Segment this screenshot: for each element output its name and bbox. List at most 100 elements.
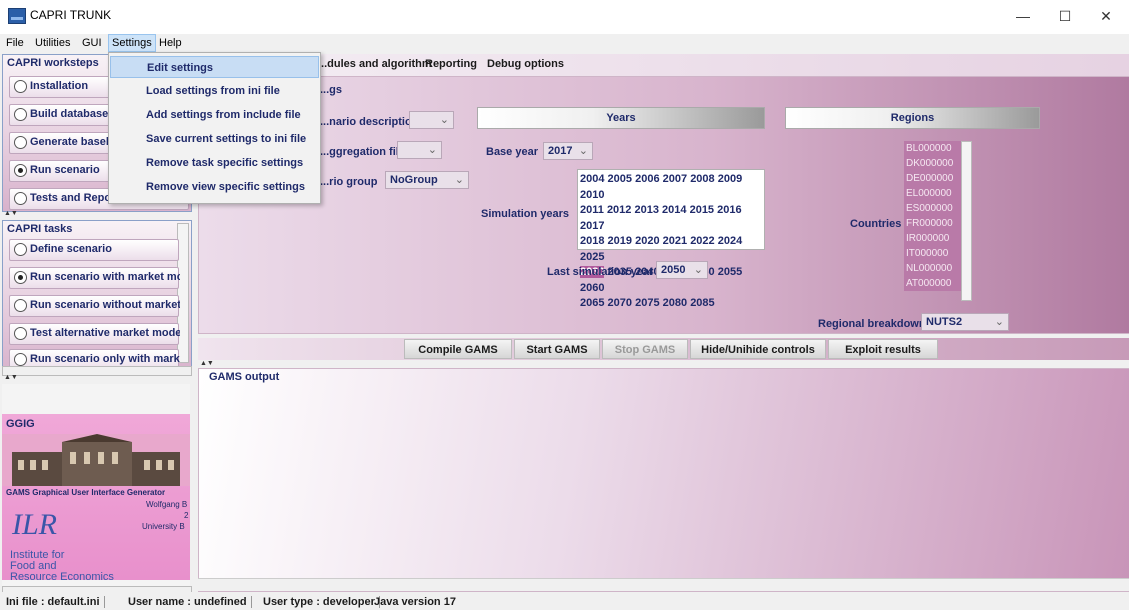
maximize-button[interactable]: ☐ bbox=[1042, 0, 1088, 32]
year-item[interactable]: 2015 bbox=[690, 204, 714, 216]
year-item[interactable]: 2060 bbox=[580, 282, 604, 294]
radio-button[interactable] bbox=[14, 353, 27, 366]
year-item[interactable]: 2016 bbox=[717, 204, 741, 216]
year-item[interactable]: 2006 bbox=[635, 173, 659, 185]
workstep-label: Installation bbox=[30, 80, 89, 92]
countries-scrollbar[interactable] bbox=[961, 141, 972, 301]
regional-breakdown-combo[interactable]: NUTS2 ⌄ bbox=[921, 313, 1009, 331]
radio-button[interactable] bbox=[14, 108, 27, 121]
stop-gams-button[interactable]: Stop GAMS bbox=[602, 339, 688, 359]
year-item[interactable]: 2018 bbox=[580, 235, 604, 247]
start-gams-button[interactable]: Start GAMS bbox=[514, 339, 600, 359]
compile-gams-button[interactable]: Compile GAMS bbox=[404, 339, 512, 359]
menu-item-remove-view-settings[interactable]: Remove view specific settings bbox=[110, 176, 319, 198]
splitter-arrows-icon[interactable]: ▲▼ bbox=[4, 210, 18, 217]
menu-item-save-settings[interactable]: Save current settings to ini file bbox=[110, 128, 319, 150]
menu-settings[interactable]: Settings bbox=[108, 34, 156, 52]
splitter-arrows-icon[interactable]: ▲▼ bbox=[4, 374, 18, 381]
radio-button-selected[interactable] bbox=[14, 164, 27, 177]
country-item[interactable]: DK000000 bbox=[904, 156, 962, 171]
year-item[interactable]: 2025 bbox=[580, 251, 604, 263]
menu-file[interactable]: File bbox=[3, 35, 27, 51]
year-item[interactable]: 2012 bbox=[607, 204, 631, 216]
year-item[interactable]: 2021 bbox=[663, 235, 687, 247]
country-item[interactable]: DE000000 bbox=[904, 171, 962, 186]
radio-button[interactable] bbox=[14, 80, 27, 93]
country-item[interactable]: IR000000 bbox=[904, 231, 962, 246]
simulation-years-list[interactable]: 2004 2005 2006 2007 2008 2009 2010 2011 … bbox=[577, 169, 765, 309]
tab-debug-options[interactable]: Debug options bbox=[487, 58, 564, 70]
menu-item-remove-task-settings[interactable]: Remove task specific settings bbox=[110, 152, 319, 174]
task-run-without-market[interactable]: Run scenario without market model bbox=[9, 295, 180, 317]
year-item[interactable]: 2085 bbox=[690, 297, 714, 309]
radio-button[interactable] bbox=[14, 243, 27, 256]
aggregation-file-combo[interactable]: ⌄ bbox=[397, 141, 442, 159]
year-item[interactable]: 2019 bbox=[608, 235, 632, 247]
year-item[interactable]: 2024 bbox=[718, 235, 742, 247]
country-item[interactable]: EL000000 bbox=[904, 186, 962, 201]
year-item[interactable]: 2080 bbox=[663, 297, 687, 309]
status-ini-file: Ini file : default.ini bbox=[6, 596, 105, 608]
menu-help[interactable]: Help bbox=[156, 35, 185, 51]
year-item[interactable]: 2055 bbox=[718, 266, 742, 278]
scenario-description-combo[interactable]: ⌄ bbox=[409, 111, 454, 129]
gams-output-title: GAMS output bbox=[209, 371, 280, 383]
ggig-author: Wolfgang B bbox=[146, 500, 188, 509]
worksteps-title: CAPRI worksteps bbox=[7, 57, 99, 69]
year-item[interactable]: 2014 bbox=[662, 204, 686, 216]
task-define-scenario[interactable]: Define scenario bbox=[9, 239, 179, 261]
year-item[interactable]: 2010 bbox=[580, 189, 604, 201]
menu-item-edit-settings[interactable]: Edit settings bbox=[110, 56, 319, 78]
last-simulation-year-combo[interactable]: 2050 ⌄ bbox=[656, 261, 708, 279]
radio-button[interactable] bbox=[14, 192, 27, 205]
exploit-results-button[interactable]: Exploit results bbox=[828, 339, 938, 359]
year-item[interactable]: 2008 bbox=[690, 173, 714, 185]
radio-button[interactable] bbox=[14, 299, 27, 312]
splitter-arrows-icon[interactable]: ▲▼ bbox=[200, 360, 214, 367]
workstep-label: Build database bbox=[30, 108, 109, 120]
chevron-down-icon: ⌄ bbox=[439, 114, 449, 126]
tasks-hscroll[interactable] bbox=[2, 366, 192, 376]
year-item[interactable]: 2022 bbox=[690, 235, 714, 247]
year-item[interactable]: 2005 bbox=[608, 173, 632, 185]
year-item[interactable]: 2017 bbox=[580, 220, 604, 232]
chevron-down-icon: ⌄ bbox=[454, 174, 464, 186]
country-item[interactable]: ES000000 bbox=[904, 201, 962, 216]
year-item[interactable]: 2013 bbox=[634, 204, 658, 216]
year-item[interactable]: 2070 bbox=[608, 297, 632, 309]
output-hscroll[interactable] bbox=[198, 578, 1129, 591]
menu-gui[interactable]: GUI bbox=[79, 35, 105, 51]
settings-dropdown-menu: Edit settings Load settings from ini fil… bbox=[108, 52, 321, 204]
task-test-alternative[interactable]: Test alternative market model bbox=[9, 323, 180, 345]
hide-unhide-controls-button[interactable]: Hide/Unihide controls bbox=[690, 339, 826, 359]
tab-reporting[interactable]: Reporting bbox=[425, 58, 477, 70]
country-item[interactable]: NL000000 bbox=[904, 261, 962, 276]
menu-item-add-settings[interactable]: Add settings from include file bbox=[110, 104, 319, 126]
radio-button-selected[interactable] bbox=[14, 271, 27, 284]
year-item[interactable]: 2075 bbox=[635, 297, 659, 309]
country-item[interactable]: BL000000 bbox=[904, 141, 962, 156]
scenario-group-combo[interactable]: NoGroup ⌄ bbox=[385, 171, 469, 189]
radio-button[interactable] bbox=[14, 327, 27, 340]
task-run-with-market[interactable]: Run scenario with market model bbox=[9, 267, 180, 289]
settings-group-title: ...gs bbox=[320, 84, 343, 96]
status-user-name: User name : undefined bbox=[128, 596, 252, 608]
menu-item-load-settings[interactable]: Load settings from ini file bbox=[110, 80, 319, 102]
minimize-button[interactable]: — bbox=[1000, 0, 1046, 32]
year-item[interactable]: 2007 bbox=[663, 173, 687, 185]
year-item[interactable]: 2065 bbox=[580, 297, 604, 309]
year-item[interactable]: 2004 bbox=[580, 173, 604, 185]
year-item[interactable]: 2020 bbox=[635, 235, 659, 247]
aggregation-file-label: ...ggregation file bbox=[320, 146, 405, 158]
year-item[interactable]: 2009 bbox=[718, 173, 742, 185]
year-item[interactable]: 2011 bbox=[580, 204, 604, 216]
country-item[interactable]: FR000000 bbox=[904, 216, 962, 231]
menu-utilities[interactable]: Utilities bbox=[32, 35, 73, 51]
tab-modules-algorithm[interactable]: ...dules and algorithm bbox=[318, 58, 432, 70]
country-item[interactable]: IT000000 bbox=[904, 246, 962, 261]
close-button[interactable]: ✕ bbox=[1083, 0, 1129, 32]
institute-line: Resource Economics bbox=[10, 571, 114, 583]
radio-button[interactable] bbox=[14, 136, 27, 149]
base-year-combo[interactable]: 2017 ⌄ bbox=[543, 142, 593, 160]
country-item[interactable]: AT000000 bbox=[904, 276, 962, 291]
